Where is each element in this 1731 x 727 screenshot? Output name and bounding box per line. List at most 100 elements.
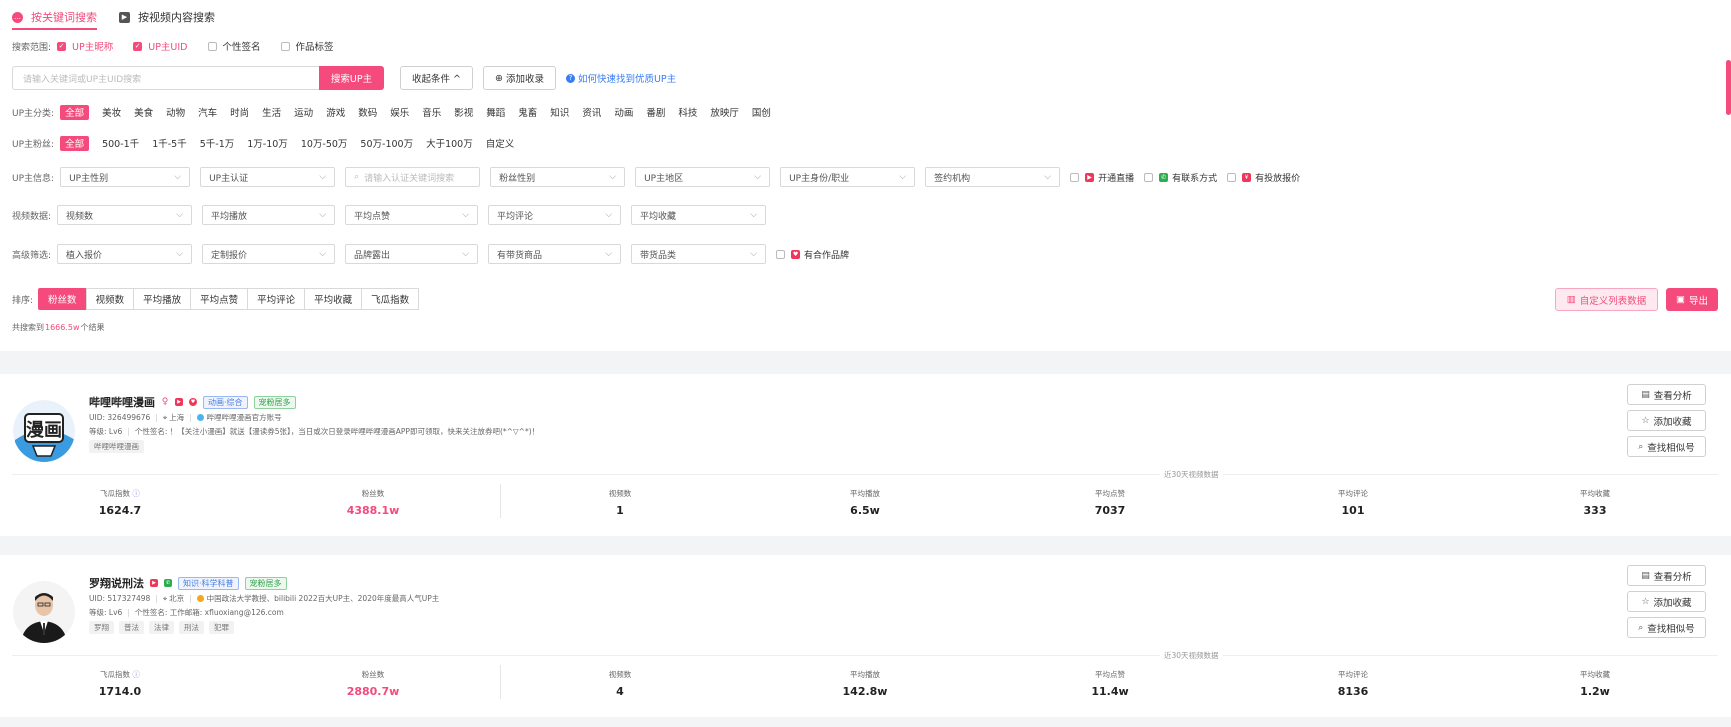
sort-option[interactable]: 平均评论	[247, 288, 306, 310]
region-select[interactable]: UP主地区 ⌵	[635, 167, 771, 187]
fans-option[interactable]: 500-1千	[102, 136, 139, 151]
find-similar-button[interactable]: ⌕ 查找相似号	[1627, 617, 1706, 638]
category-option[interactable]: 番剧	[646, 105, 665, 120]
category-option[interactable]: 动物	[166, 105, 185, 120]
stat-item: 视频数 4	[560, 669, 680, 698]
category-option[interactable]: 运动	[294, 105, 313, 120]
fans-option[interactable]: 全部	[60, 135, 90, 151]
up-name-row: 罗翔说刑法 ▶ ✆ 知识·科学科普 宠粉居多	[89, 575, 287, 591]
custom-price-select[interactable]: 定制报价 ⌵	[202, 244, 336, 264]
chevron-down-icon: ⌵	[605, 249, 613, 259]
scope-tags-checkbox[interactable]: 作品标签	[280, 39, 334, 53]
category-option[interactable]: 舞蹈	[486, 105, 505, 120]
category-option[interactable]: 科技	[678, 105, 697, 120]
implant-price-select[interactable]: 植入报价 ⌵	[57, 244, 193, 264]
view-analysis-button[interactable]: ▤ 查看分析	[1627, 384, 1706, 405]
sort-option[interactable]: 平均播放	[133, 288, 192, 310]
up-name[interactable]: 罗翔说刑法	[89, 575, 144, 591]
chevron-down-icon: ⌵	[750, 249, 758, 259]
category-option[interactable]: 放映厅	[710, 105, 739, 120]
avg-like-select[interactable]: 平均点赞 ⌵	[345, 205, 479, 225]
live-icon: ▶	[1085, 172, 1095, 182]
help-link[interactable]: ? 如何快速找到优质UP主	[565, 71, 676, 85]
category-option[interactable]: 娱乐	[390, 105, 409, 120]
sort-row: 排序: 粉丝数 视频数 平均播放 平均点赞 平均评论 平均收藏 飞瓜指数	[12, 288, 420, 310]
avg-play-select[interactable]: 平均播放 ⌵	[202, 205, 336, 225]
sort-option[interactable]: 平均点赞	[190, 288, 249, 310]
category-option[interactable]: 动画	[614, 105, 633, 120]
gender-select[interactable]: UP主性别 ⌵	[60, 167, 191, 187]
export-button[interactable]: ▣ 导出	[1666, 288, 1718, 311]
fans-option[interactable]: 大于100万	[426, 136, 473, 151]
tab-video-content-search[interactable]: ▶ 按视频内容搜索	[119, 6, 215, 28]
stat-label: 平均播放	[850, 489, 880, 498]
video-count-select[interactable]: 视频数 ⌵	[57, 205, 193, 225]
find-similar-button[interactable]: ⌕ 查找相似号	[1627, 436, 1706, 457]
avatar[interactable]	[13, 581, 75, 643]
info-row: UP主信息: UP主性别 ⌵ UP主认证 ⌵ ⌕ 请输入认证关键词搜索 粉丝性别 ⌵ U…	[12, 167, 1310, 187]
stat-label: 平均播放	[850, 670, 880, 679]
add-collection-button[interactable]: ⊕ 添加收录	[482, 66, 556, 90]
category-option[interactable]: 美妆	[102, 105, 121, 120]
up-name-row: 哔哩哔哩漫画 ♀ ▶ ♥ 动画·综合 宠粉居多	[89, 394, 296, 410]
location-icon: ⌖	[162, 593, 168, 603]
verify-keyword-input[interactable]: ⌕ 请输入认证关键词搜索	[345, 167, 481, 187]
stat-value: 4388.1w	[346, 504, 400, 517]
custom-columns-button[interactable]: ▥ 自定义列表数据	[1555, 288, 1658, 311]
scope-nickname-checkbox[interactable]: ✓ UP主昵称	[57, 39, 113, 53]
fans-option[interactable]: 5千-1万	[200, 136, 235, 151]
category-option[interactable]: 鬼畜	[518, 105, 537, 120]
fans-option[interactable]: 1万-10万	[247, 136, 288, 151]
help-icon: ⓘ	[130, 489, 140, 498]
category-option[interactable]: 生活	[262, 105, 281, 120]
tab-keyword-search[interactable]: … 按关键词搜索	[12, 6, 97, 30]
avg-collect-select[interactable]: 平均收藏 ⌵	[631, 205, 767, 225]
category-option[interactable]: 汽车	[198, 105, 217, 120]
category-option[interactable]: 美食	[134, 105, 153, 120]
category-option[interactable]: 知识	[550, 105, 569, 120]
category-option[interactable]: 全部	[60, 104, 90, 120]
phone-icon: ✆	[164, 579, 172, 587]
search-button[interactable]: 搜索UP主	[319, 66, 384, 90]
contact-checkbox[interactable]: ✆ 有联系方式	[1144, 171, 1217, 184]
search-input[interactable]: 请输入关键词或UP主UID搜索	[12, 66, 319, 90]
sort-option[interactable]: 视频数	[85, 288, 135, 310]
add-favorite-button[interactable]: ☆ 添加收藏	[1627, 410, 1706, 431]
fans-option[interactable]: 50万-100万	[360, 136, 413, 151]
collapse-button[interactable]: 收起条件 ^	[400, 66, 473, 90]
category-option[interactable]: 游戏	[326, 105, 345, 120]
brand-exposure-select[interactable]: 品牌露出 ⌵	[345, 244, 479, 264]
goods-select[interactable]: 有带货商品 ⌵	[488, 244, 622, 264]
live-checkbox[interactable]: ▶ 开通直播	[1070, 171, 1134, 184]
search-tabs: … 按关键词搜索 ▶ 按视频内容搜索	[12, 6, 237, 30]
category-option[interactable]: 国创	[752, 105, 771, 120]
stat-value: 1624.7	[98, 504, 142, 517]
identity-select[interactable]: UP主身份/职业 ⌵	[780, 167, 916, 187]
category-option[interactable]: 影视	[454, 105, 473, 120]
fans-option[interactable]: 1千-5千	[152, 136, 187, 151]
verify-select[interactable]: UP主认证 ⌵	[200, 167, 336, 187]
sort-option[interactable]: 粉丝数	[38, 288, 87, 310]
add-favorite-button[interactable]: ☆ 添加收藏	[1627, 591, 1706, 612]
scope-signature-checkbox[interactable]: 个性签名	[207, 39, 261, 53]
avg-comment-select[interactable]: 平均评论 ⌵	[488, 205, 622, 225]
goods-category-select[interactable]: 带货品类 ⌵	[631, 244, 767, 264]
sort-option[interactable]: 平均收藏	[304, 288, 363, 310]
category-option[interactable]: 音乐	[422, 105, 441, 120]
avatar[interactable]: 漫画	[13, 400, 75, 462]
category-option[interactable]: 时尚	[230, 105, 249, 120]
up-name[interactable]: 哔哩哔哩漫画	[89, 394, 155, 410]
sort-option[interactable]: 飞瓜指数	[361, 288, 420, 310]
agency-select[interactable]: 签约机构 ⌵	[925, 167, 1061, 187]
fans-option[interactable]: 自定义	[486, 136, 515, 151]
scope-uid-checkbox[interactable]: ✓ UP主UID	[133, 39, 188, 53]
category-option[interactable]: 资讯	[582, 105, 601, 120]
brand-checkbox[interactable]: ♥ 有合作品牌	[776, 248, 849, 261]
scrollbar[interactable]	[1726, 60, 1731, 115]
stat-value: 2880.7w	[346, 685, 400, 698]
view-analysis-button[interactable]: ▤ 查看分析	[1627, 565, 1706, 586]
fans-option[interactable]: 10万-50万	[301, 136, 348, 151]
category-option[interactable]: 数码	[358, 105, 377, 120]
fans-gender-select[interactable]: 粉丝性别 ⌵	[490, 167, 626, 187]
quote-checkbox[interactable]: ¥ 有投放报价	[1227, 171, 1300, 184]
